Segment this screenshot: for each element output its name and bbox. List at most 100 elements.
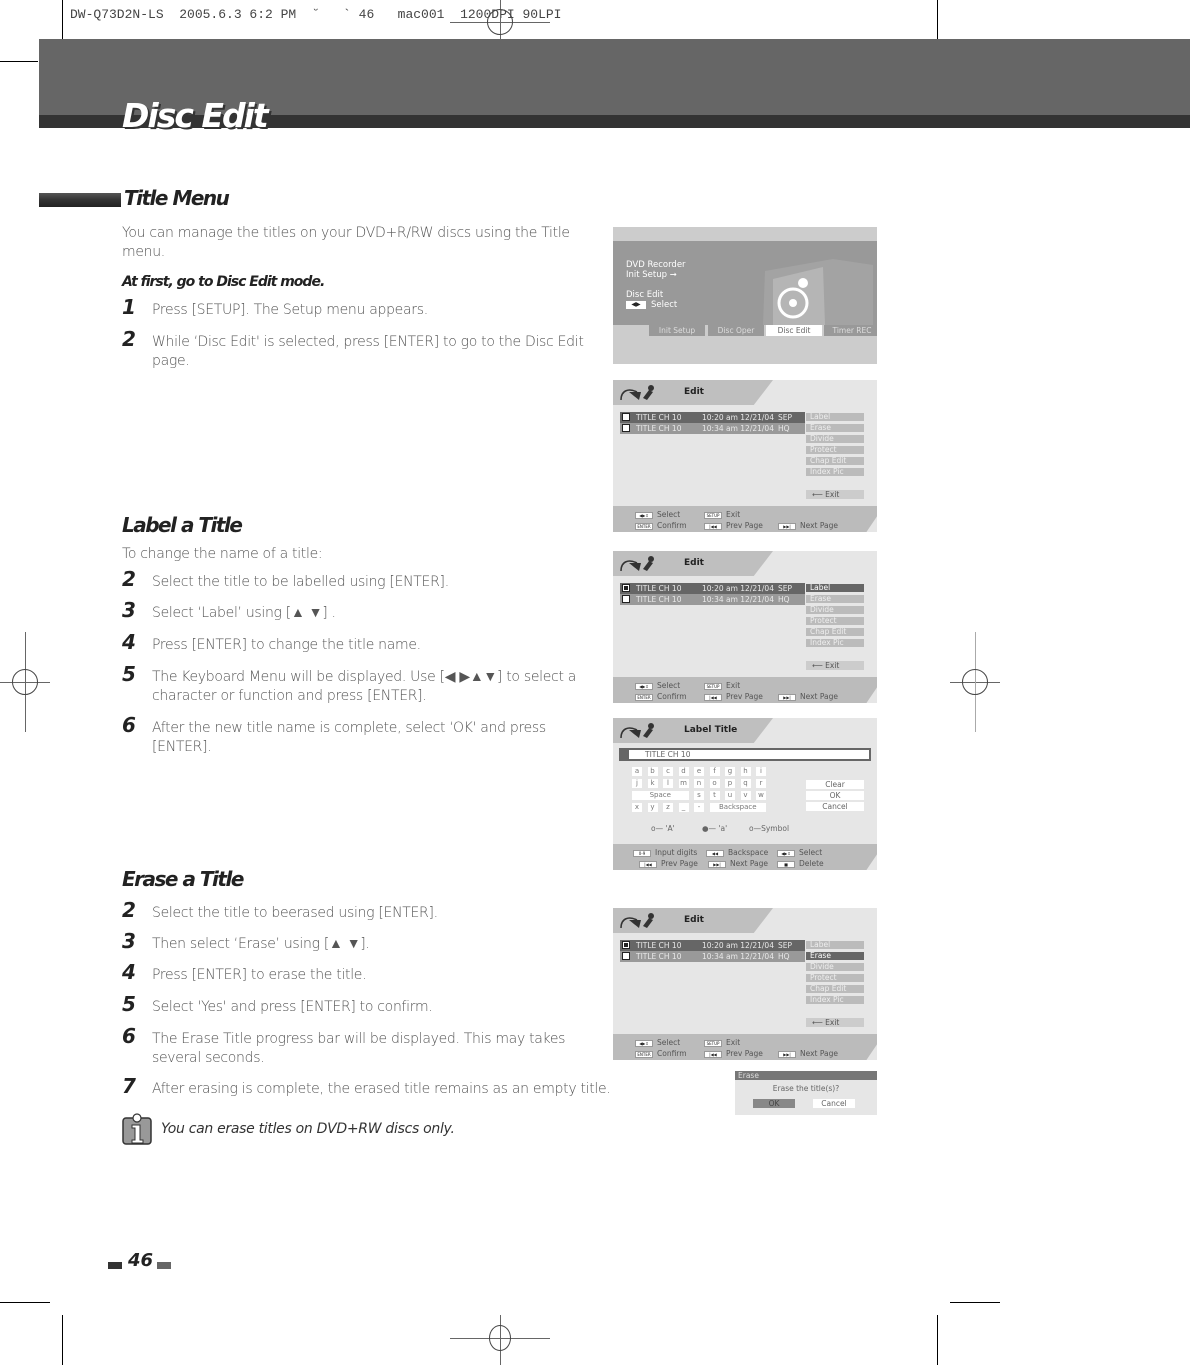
title-checkbox[interactable] <box>622 584 630 592</box>
edit-menu-item[interactable]: Chap Edit <box>806 628 864 636</box>
footer-exit: Exit <box>726 681 741 690</box>
edit-menu-item[interactable]: Label <box>806 413 864 421</box>
back-arrow-icon: ⟵ <box>812 490 826 499</box>
keyboard-key[interactable]: t <box>709 791 720 800</box>
keyboard-key[interactable]: d <box>678 767 689 776</box>
keyboard-key[interactable]: p <box>725 779 735 788</box>
keyboard-key[interactable]: j <box>632 779 642 788</box>
keyboard-key[interactable]: y <box>647 803 658 812</box>
step-number: 3 <box>122 598 136 622</box>
title-row[interactable]: TITLE CH 10 10:34 am 12/21/04 HQ <box>620 423 805 434</box>
edit-menu-item[interactable]: Divide <box>806 435 864 443</box>
edit-menu-item[interactable]: Label <box>806 941 864 949</box>
edit-menu-item[interactable]: Erase <box>806 595 864 603</box>
exit-button[interactable]: ⟵ Exit <box>806 1018 864 1027</box>
setup-line-1: DVD Recorder <box>626 260 686 270</box>
title-input[interactable]: TITLE CH 10 <box>629 750 869 759</box>
exit-button[interactable]: ⟵ Exit <box>806 661 864 670</box>
keyboard-key[interactable]: a <box>632 767 642 776</box>
title-row[interactable]: TITLE CH 10 10:20 am 12/21/04 SEP <box>620 583 805 594</box>
keyboard-key[interactable]: f <box>709 767 720 776</box>
footer-next-page: Next Page <box>730 859 769 868</box>
edit-menu-item[interactable]: Index Pic <box>806 996 864 1004</box>
edit-menu-item[interactable]: Protect <box>806 974 864 982</box>
keyboard-key[interactable]: s <box>694 791 704 800</box>
keyboard-key[interactable]: v <box>740 791 751 800</box>
step-number: 5 <box>122 662 136 686</box>
keyboard-key[interactable]: r <box>756 779 766 788</box>
setup-tab[interactable]: Init Setup <box>649 325 705 336</box>
keyboard-key[interactable]: m <box>678 779 689 788</box>
step-number: 6 <box>122 713 136 737</box>
arrows-key-icon: ◀▶⇕ <box>635 682 653 690</box>
title-checkbox[interactable] <box>622 941 630 949</box>
title-checkbox[interactable] <box>622 595 630 603</box>
space-key[interactable]: Space <box>632 791 689 800</box>
setup-key-icon: SETUP <box>704 682 722 690</box>
step-number: 7 <box>122 1074 136 1098</box>
keyboard-key[interactable]: o <box>709 779 720 788</box>
keyboard-key[interactable]: g <box>725 767 735 776</box>
title-row[interactable]: TITLE CH 10 10:34 am 12/21/04 HQ <box>620 951 805 962</box>
footer-exit: Exit <box>726 1038 741 1047</box>
mode-symbol[interactable]: o—Symbol <box>749 824 789 833</box>
keyboard-key[interactable]: i <box>756 767 766 776</box>
keyboard-key[interactable]: - <box>694 803 704 812</box>
title-checkbox[interactable] <box>622 424 630 432</box>
setup-tab-active[interactable]: Disc Edit <box>766 325 822 336</box>
cancel-button[interactable]: Cancel <box>806 802 864 811</box>
keyboard-key[interactable]: n <box>694 779 704 788</box>
mode-lowercase[interactable]: ●— 'a' <box>702 824 727 833</box>
stop-key-icon: ■ <box>777 860 795 868</box>
keyboard-key[interactable]: b <box>647 767 658 776</box>
step-number: 3 <box>122 929 136 953</box>
disc-edit-logo-icon <box>620 723 654 739</box>
erase-cancel-button[interactable]: Cancel <box>813 1099 855 1108</box>
keyboard-key[interactable]: k <box>647 779 658 788</box>
edit-menu-item[interactable]: Divide <box>806 606 864 614</box>
title-row[interactable]: TITLE CH 10 10:20 am 12/21/04 SEP <box>620 940 805 951</box>
keyboard-key[interactable]: e <box>694 767 704 776</box>
footer-prev-page: Prev Page <box>726 521 763 530</box>
mode-uppercase[interactable]: o— 'A' <box>651 824 675 833</box>
edit-menu-item[interactable]: Erase <box>806 952 864 960</box>
erase-ok-button[interactable]: OK <box>753 1099 795 1108</box>
edit-menu-item[interactable]: Chap Edit <box>806 457 864 465</box>
title-checkbox[interactable] <box>622 413 630 421</box>
edit-screen-label-screenshot: Edit TITLE CH 10 10:20 am 12/21/04 SEP TITLE… <box>613 551 877 703</box>
title-row[interactable]: TITLE CH 10 10:20 am 12/21/04 SEP <box>620 412 805 423</box>
edit-menu-item[interactable]: Protect <box>806 617 864 625</box>
edit-menu-item[interactable]: Label <box>806 584 864 592</box>
keyboard-key[interactable]: w <box>756 791 766 800</box>
keyboard-key[interactable]: c <box>663 767 673 776</box>
step: 2 Select the title to beerased using [EN… <box>122 900 612 923</box>
keyboard-key[interactable]: _ <box>678 803 689 812</box>
enter-key-icon: ENTER <box>635 1050 653 1058</box>
exit-button[interactable]: ⟵ Exit <box>806 490 864 499</box>
edit-menu-item[interactable]: Divide <box>806 963 864 971</box>
edit-menu-item[interactable]: Protect <box>806 446 864 454</box>
footer-confirm: Confirm <box>657 1049 687 1058</box>
title-name: TITLE CH 10 <box>636 413 682 422</box>
ok-button[interactable]: OK <box>806 791 864 800</box>
keyboard-key[interactable]: x <box>632 803 642 812</box>
keyboard-key[interactable]: h <box>740 767 751 776</box>
key-mode-icon: o— <box>749 824 762 833</box>
setup-tab[interactable]: Disc Oper <box>708 325 764 336</box>
edit-menu-item[interactable]: Erase <box>806 424 864 432</box>
clear-button[interactable]: Clear <box>806 780 864 789</box>
edit-menu-item[interactable]: Index Pic <box>806 468 864 476</box>
backspace-key[interactable]: Backspace <box>709 803 766 812</box>
keyboard-key[interactable]: q <box>740 779 751 788</box>
title-row[interactable]: TITLE CH 10 10:34 am 12/21/04 HQ <box>620 594 805 605</box>
footer-prev-page: Prev Page <box>726 692 763 701</box>
title-checkbox[interactable] <box>622 952 630 960</box>
keyboard-key[interactable]: z <box>663 803 673 812</box>
footer-delete: Delete <box>799 859 824 868</box>
edit-menu-item[interactable]: Index Pic <box>806 639 864 647</box>
exit-label: Exit <box>825 490 840 499</box>
edit-menu-item[interactable]: Chap Edit <box>806 985 864 993</box>
setup-tab[interactable]: Timer REC <box>824 325 877 336</box>
keyboard-key[interactable]: u <box>725 791 735 800</box>
keyboard-key[interactable]: l <box>663 779 673 788</box>
